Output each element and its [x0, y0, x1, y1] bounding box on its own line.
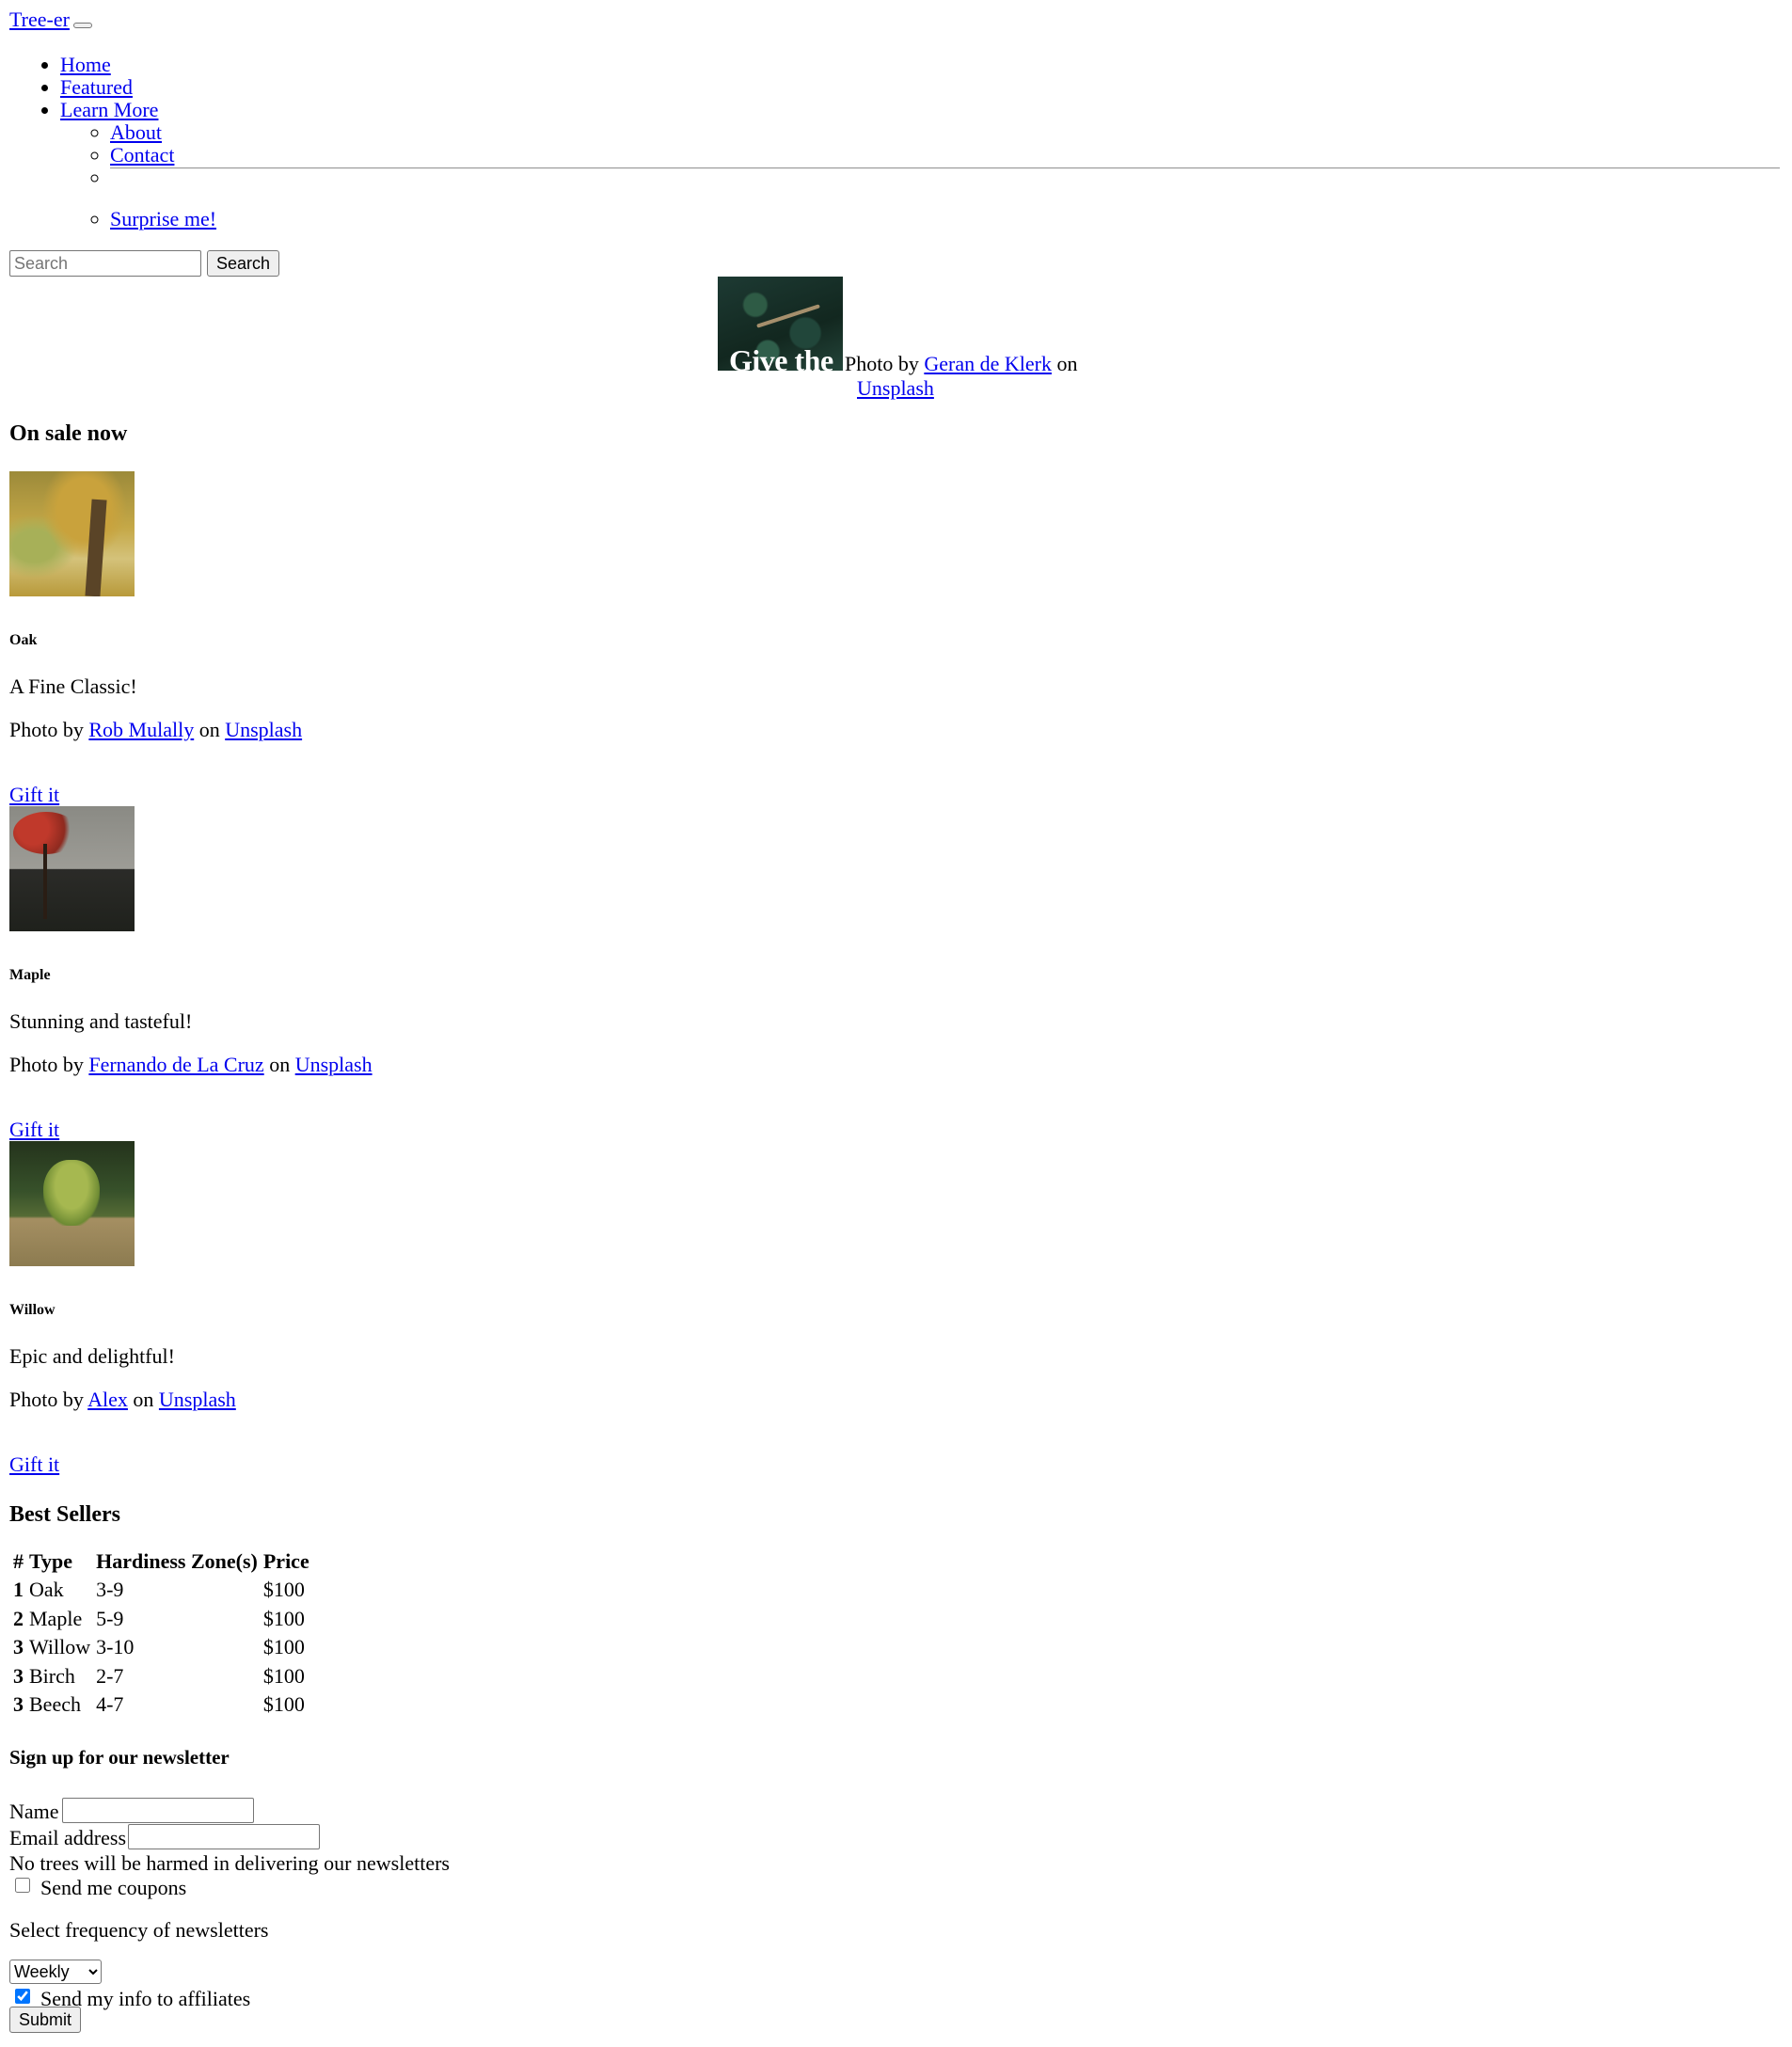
card-image-oak: [9, 471, 135, 596]
card-credit-author-link[interactable]: Rob Mulally: [88, 718, 194, 741]
coupons-checkbox[interactable]: [15, 1878, 30, 1893]
card-credit-mid: on: [198, 718, 220, 741]
card-credit-site-link[interactable]: Unsplash: [225, 718, 302, 741]
dropdown-divider: [110, 167, 1780, 169]
card-credit-mid: on: [269, 1053, 291, 1076]
card-title-maple: Maple: [9, 967, 51, 983]
dropdown-divider-row: [110, 166, 1780, 207]
table-row: 3 Willow 3-10 $100: [11, 1634, 311, 1660]
hero-credit-prefix: Photo by: [845, 352, 919, 375]
card-credit-prefix: Photo by: [9, 1388, 84, 1411]
dropdown-item-surprise[interactable]: Surprise me!: [110, 207, 216, 230]
row-price: $100: [262, 1663, 305, 1688]
email-field[interactable]: [128, 1824, 320, 1849]
table-row: 3 Birch 2-7 $100: [11, 1663, 311, 1690]
gift-it-link-oak[interactable]: Gift it: [9, 783, 59, 807]
card-text-oak: A Fine Classic!: [9, 674, 137, 698]
row-type: Oak: [29, 1578, 64, 1602]
hero-credit-mid: on: [1056, 352, 1078, 375]
row-type: Birch: [29, 1663, 75, 1688]
nav-item-learn-more: Learn More: [60, 98, 158, 121]
submit-button[interactable]: Submit: [9, 2007, 82, 2033]
hero-title: Give the: [729, 343, 833, 377]
card-credit-oak: Photo by Rob Mulally on Unsplash: [9, 718, 302, 742]
card-credit-willow: Photo by Alex on Unsplash: [9, 1388, 236, 1412]
coupons-label: Send me coupons: [40, 1876, 187, 1899]
row-price: $100: [262, 1606, 305, 1630]
card-title-oak: Oak: [9, 632, 38, 648]
row-zones: 3-10: [96, 1635, 135, 1659]
table-header-row: # Type Hardiness Zone(s) Price: [11, 1548, 311, 1575]
column-header-rank: #: [13, 1549, 24, 1573]
email-help-text: No trees will be harmed in delivering ou…: [9, 1851, 450, 1875]
dropdown-menu: About Contact Surprise me!: [110, 120, 1780, 230]
row-type: Beech: [29, 1691, 81, 1716]
table-row: 2 Maple 5-9 $100: [11, 1606, 311, 1632]
on-sale-heading: On sale now: [9, 421, 128, 446]
frequency-label: Select frequency of newsletters: [9, 1918, 269, 1942]
name-field[interactable]: [62, 1798, 254, 1823]
hero-credit-author-link[interactable]: Geran de Klerk: [924, 352, 1052, 375]
newsletter-heading: Sign up for our newsletter: [9, 1746, 230, 1769]
row-price: $100: [262, 1691, 305, 1716]
email-label: Email address: [9, 1826, 127, 1849]
nav-item-featured: Featured: [60, 75, 158, 99]
row-zones: 4-7: [96, 1691, 124, 1716]
affiliates-checkbox[interactable]: [15, 1989, 30, 2004]
card-title-willow: Willow: [9, 1302, 56, 1318]
row-zones: 3-9: [96, 1578, 124, 1602]
nav-link-home[interactable]: Home: [60, 53, 111, 76]
hero-photo-credit: Photo by Geran de Klerk on Unsplash: [845, 352, 1089, 402]
column-header-zones: Hardiness Zone(s): [96, 1549, 258, 1573]
best-sellers-table: # Type Hardiness Zone(s) Price 1 Oak 3-9…: [9, 1547, 313, 1720]
card-credit-author-link[interactable]: Fernando de La Cruz: [88, 1053, 263, 1076]
table-row: 1 Oak 3-9 $100: [11, 1577, 311, 1603]
card-credit-mid: on: [133, 1388, 154, 1411]
card-text-maple: Stunning and tasteful!: [9, 1009, 193, 1033]
row-rank: 1: [13, 1578, 24, 1602]
card-credit-prefix: Photo by: [9, 1053, 84, 1076]
column-header-price: Price: [262, 1549, 309, 1573]
card-image-willow: [9, 1141, 135, 1266]
dropdown-item-about-row: About: [110, 120, 1780, 144]
hero-credit-site-link[interactable]: Unsplash: [857, 376, 934, 400]
dropdown-item-surprise-row: Surprise me!: [110, 207, 1780, 230]
frequency-select[interactable]: Weekly: [9, 1960, 102, 1984]
name-label: Name: [9, 1800, 59, 1823]
card-credit-prefix: Photo by: [9, 718, 84, 741]
column-header-type: Type: [29, 1549, 73, 1573]
card-text-willow: Epic and delightful!: [9, 1344, 175, 1368]
row-type: Maple: [29, 1606, 83, 1630]
row-zones: 5-9: [96, 1606, 124, 1630]
search-input[interactable]: [9, 250, 201, 277]
nav-menu: Home Featured Learn More: [60, 53, 158, 121]
gift-it-link-willow[interactable]: Gift it: [9, 1452, 59, 1477]
card-image-maple: [9, 806, 135, 931]
nav-link-featured[interactable]: Featured: [60, 75, 133, 99]
nav-item-home: Home: [60, 53, 158, 76]
table-row: 3 Beech 4-7 $100: [11, 1691, 311, 1718]
card-credit-author-link[interactable]: Alex: [87, 1388, 128, 1411]
row-rank: 2: [13, 1606, 24, 1630]
card-credit-maple: Photo by Fernando de La Cruz on Unsplash: [9, 1053, 373, 1077]
brand-link[interactable]: Tree-er: [9, 8, 70, 32]
row-zones: 2-7: [96, 1663, 124, 1688]
row-rank: 3: [13, 1635, 24, 1659]
gift-it-link-maple[interactable]: Gift it: [9, 1118, 59, 1142]
card-credit-site-link[interactable]: Unsplash: [159, 1388, 236, 1411]
row-rank: 3: [13, 1691, 24, 1716]
dropdown-item-about[interactable]: About: [110, 120, 162, 144]
dropdown-item-contact[interactable]: Contact: [110, 143, 174, 167]
row-price: $100: [262, 1578, 305, 1602]
best-sellers-heading: Best Sellers: [9, 1502, 120, 1527]
dropdown-item-contact-row: Contact: [110, 143, 1780, 167]
nav-link-learn-more[interactable]: Learn More: [60, 98, 158, 121]
search-button[interactable]: Search: [207, 250, 280, 277]
row-price: $100: [262, 1635, 305, 1659]
row-type: Willow: [29, 1635, 91, 1659]
row-rank: 3: [13, 1663, 24, 1688]
card-credit-site-link[interactable]: Unsplash: [295, 1053, 373, 1076]
navbar-toggler-button[interactable]: [73, 23, 92, 28]
